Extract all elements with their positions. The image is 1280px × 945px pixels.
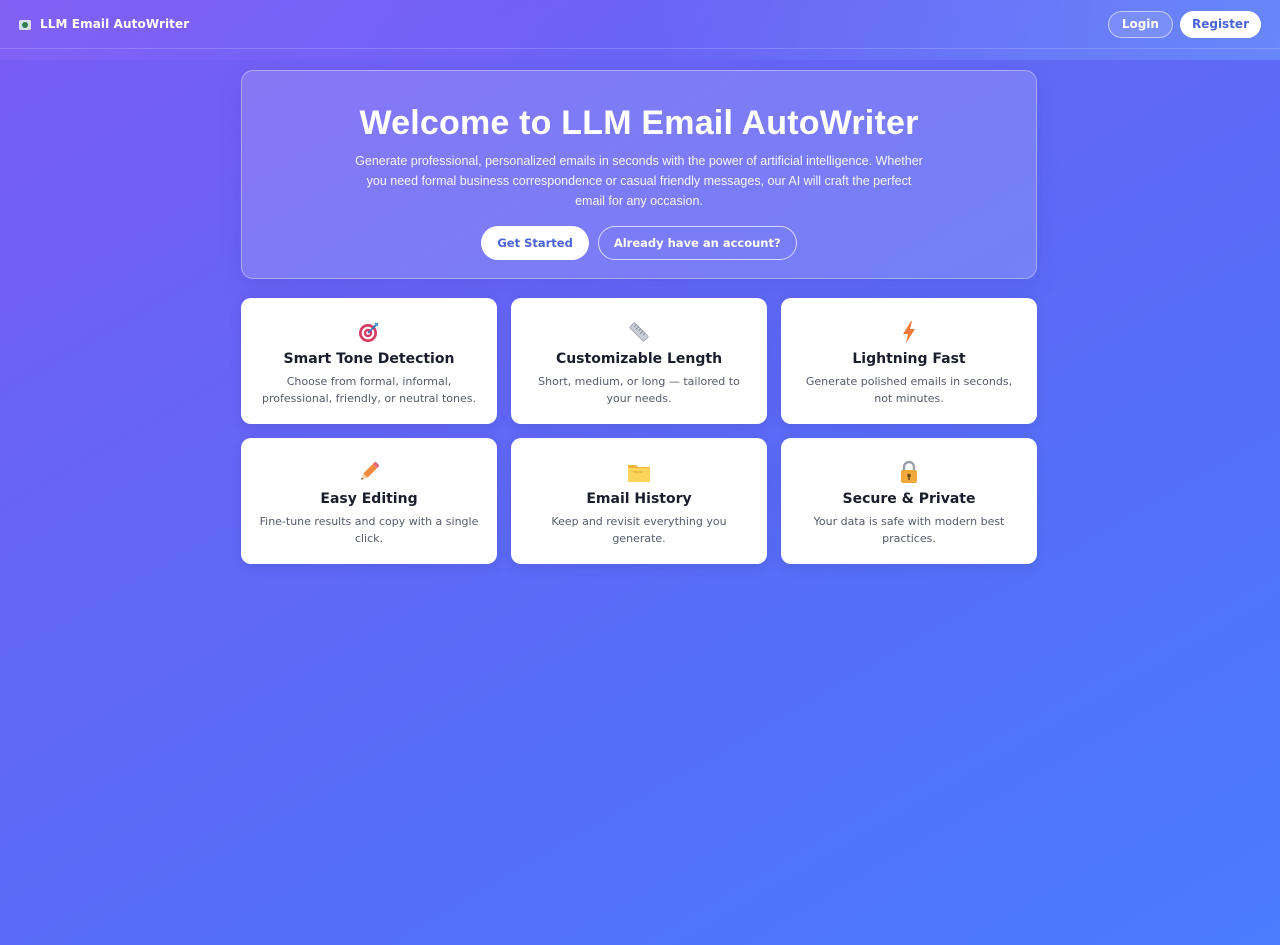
lightning-icon (781, 319, 1037, 345)
login-button[interactable]: Login (1107, 10, 1173, 38)
hero-panel: Welcome to LLM Email AutoWriter Generate… (241, 70, 1037, 279)
feature-title: Customizable Length (555, 351, 723, 367)
ruler-icon (511, 319, 767, 345)
folder-icon (511, 459, 767, 485)
email-app-icon (19, 19, 31, 30)
feature-description: Generate polished emails in seconds, not… (805, 375, 1013, 405)
feature-description: Your data is safe with modern best pract… (813, 515, 1005, 545)
feature-card-editing: Easy Editing Fine-tune results and copy … (241, 438, 497, 564)
existing-account-button[interactable]: Already have an account? (597, 226, 797, 260)
feature-card-length: Customizable Length Short, medium, or lo… (511, 298, 767, 424)
hero-title: Welcome to LLM Email AutoWriter (359, 104, 919, 142)
feature-title: Email History (586, 491, 692, 507)
feature-title: Easy Editing (320, 491, 418, 507)
brand[interactable]: LLM Email AutoWriter (19, 17, 189, 31)
feature-card-history: Email History Keep and revisit everythin… (511, 438, 767, 564)
hero-actions: Get Started Already have an account? (242, 226, 1036, 260)
feature-description: Short, medium, or long — tailored to you… (538, 375, 740, 405)
target-icon (241, 319, 497, 345)
feature-description: Keep and revisit everything you generate… (551, 515, 727, 545)
hero-description: Generate professional, personalized emai… (355, 154, 923, 208)
feature-card-security: Secure & Private Your data is safe with … (781, 438, 1037, 564)
pencil-icon (241, 459, 497, 485)
features-grid: Smart Tone Detection Choose from formal,… (241, 298, 1037, 564)
feature-title: Smart Tone Detection (283, 351, 455, 367)
feature-description: Choose from formal, informal, profession… (262, 375, 476, 405)
feature-description: Fine-tune results and copy with a single… (259, 515, 479, 545)
lock-icon (781, 459, 1037, 485)
register-button[interactable]: Register (1179, 10, 1261, 38)
top-navbar: LLM Email AutoWriter Login Register (0, 0, 1280, 49)
get-started-button[interactable]: Get Started (481, 226, 589, 260)
feature-title: Secure & Private (842, 491, 976, 507)
feature-title: Lightning Fast (852, 351, 966, 367)
feature-card-speed: Lightning Fast Generate polished emails … (781, 298, 1037, 424)
nav-buttons: Login Register (1107, 10, 1261, 38)
feature-card-tone: Smart Tone Detection Choose from formal,… (241, 298, 497, 424)
brand-name: LLM Email AutoWriter (40, 17, 190, 31)
